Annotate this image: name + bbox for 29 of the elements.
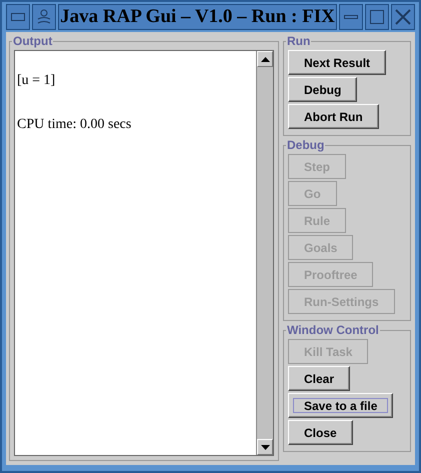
up-arrow-icon (260, 56, 270, 62)
down-arrow-icon (260, 444, 270, 450)
group-label: Debug (286, 138, 326, 152)
group-label: Window Control (286, 323, 380, 337)
action-button[interactable]: Debug (288, 77, 358, 102)
menu-icon (11, 13, 25, 21)
figure-icon (37, 9, 51, 25)
action-button[interactable]: Clear (288, 366, 350, 391)
sticky-button[interactable] (32, 4, 56, 30)
action-button[interactable]: Save to a file (288, 393, 394, 418)
scroll-down-button[interactable] (257, 439, 273, 455)
output-line: CPU time: 0.00 secs (17, 117, 132, 133)
maximize-icon (370, 10, 384, 24)
minimize-button[interactable] (339, 4, 363, 30)
close-icon (395, 9, 411, 25)
output-text-area[interactable]: [u = 1] CPU time: 0.00 secs (14, 50, 274, 456)
window-title: Java RAP Gui – V1.0 – Run : FIX (58, 4, 337, 30)
action-button[interactable]: Close (288, 420, 353, 445)
group-label: Output (12, 34, 54, 48)
action-button[interactable]: Abort Run (288, 104, 379, 129)
window-menu-button[interactable] (6, 4, 30, 30)
scrollbar[interactable] (256, 51, 273, 455)
output-line: [u = 1] (17, 73, 56, 89)
scroll-up-button[interactable] (257, 51, 273, 67)
minimize-icon (344, 15, 358, 19)
maximize-button[interactable] (365, 4, 389, 30)
group-label: Run (286, 34, 312, 48)
close-button[interactable] (391, 4, 415, 30)
action-button[interactable]: Next Result (288, 50, 386, 75)
